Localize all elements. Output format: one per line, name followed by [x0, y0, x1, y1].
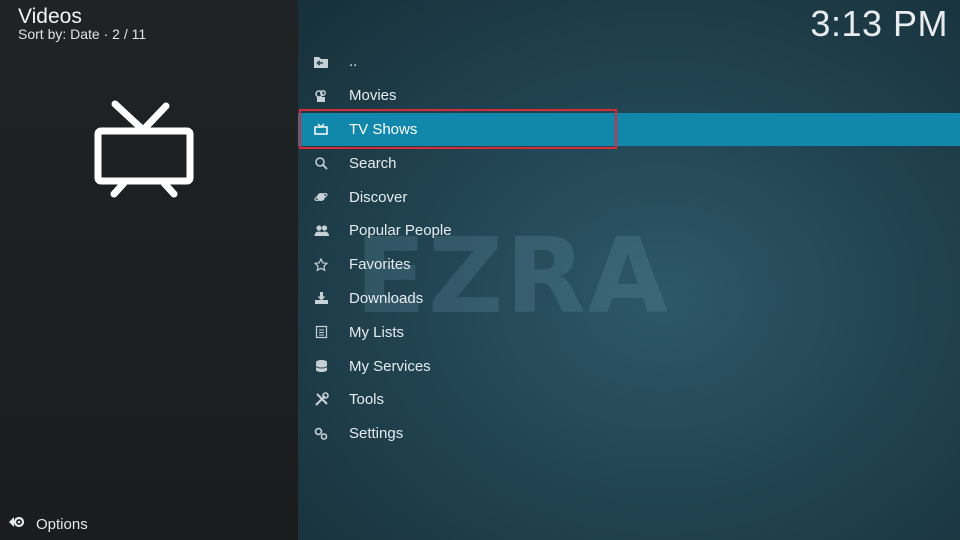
movies-icon	[313, 88, 329, 104]
lists-icon	[313, 324, 329, 340]
options-button[interactable]: Options	[8, 514, 88, 535]
sort-info: Sort by: Date · 2 / 11	[18, 26, 147, 42]
menu-item-tools[interactable]: Tools	[298, 383, 960, 417]
menu-item-downloads[interactable]: Downloads	[298, 282, 960, 316]
menu-item-parent[interactable]: ..	[298, 45, 960, 79]
menu-item-movies[interactable]: Movies	[298, 79, 960, 113]
tv-large-icon	[94, 100, 194, 198]
discover-icon	[313, 189, 329, 205]
tools-icon	[313, 392, 329, 408]
menu-list: .. Movies TV Shows Search Discover Popul…	[298, 45, 960, 451]
menu-item-search[interactable]: Search	[298, 146, 960, 180]
menu-item-label: Tools	[349, 391, 385, 409]
menu-item-popular-people[interactable]: Popular People	[298, 214, 960, 248]
options-label: Options	[36, 516, 88, 533]
menu-item-settings[interactable]: Settings	[298, 417, 960, 451]
tv-icon	[313, 121, 329, 137]
clock: 3:13 PM	[810, 3, 948, 44]
star-icon	[313, 257, 329, 273]
menu-item-favorites[interactable]: Favorites	[298, 248, 960, 282]
menu-item-discover[interactable]: Discover	[298, 180, 960, 214]
menu-item-label: Discover	[349, 188, 408, 206]
services-icon	[313, 358, 329, 374]
menu-item-label: Search	[349, 154, 397, 172]
people-icon	[313, 223, 329, 239]
menu-item-label: Settings	[349, 425, 404, 443]
menu-item-label: Favorites	[349, 256, 411, 274]
search-icon	[313, 155, 329, 171]
menu-item-tv-shows[interactable]: TV Shows	[298, 112, 960, 147]
settings-icon	[313, 426, 329, 442]
folder-back-icon	[313, 54, 329, 70]
downloads-icon	[313, 290, 329, 306]
menu-item-label: ..	[349, 53, 358, 71]
menu-item-my-services[interactable]: My Services	[298, 349, 960, 383]
options-icon	[8, 514, 26, 535]
left-panel	[0, 0, 298, 540]
menu-item-label: My Lists	[349, 323, 405, 341]
menu-item-label: Popular People	[349, 222, 452, 240]
menu-item-label: Downloads	[349, 289, 424, 307]
menu-item-label: My Services	[349, 357, 431, 375]
menu-item-my-lists[interactable]: My Lists	[298, 315, 960, 349]
menu-item-label: Movies	[349, 87, 397, 105]
menu-item-label: TV Shows	[349, 120, 418, 138]
